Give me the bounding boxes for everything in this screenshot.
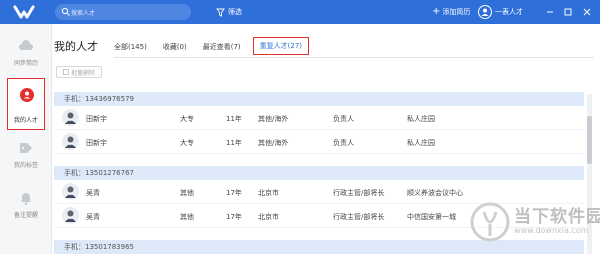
close-icon — [583, 8, 591, 16]
watermark-logo-icon — [470, 202, 510, 242]
cell-city: 其他/海外 — [258, 139, 289, 147]
cell-name: 田新宇 — [86, 115, 107, 123]
app-logo-icon — [13, 4, 35, 20]
avatar — [62, 133, 79, 150]
sidebar-item-sync-resume[interactable]: 同步简历 — [0, 34, 52, 74]
avatar — [62, 207, 79, 224]
batch-delete-label: 批量删除 — [70, 69, 95, 77]
cell-position: 行政主管/部将长 — [333, 189, 385, 197]
sidebar-item-label: 备注提醒 — [13, 212, 38, 219]
person-pin-icon — [19, 87, 35, 103]
add-resume-label: 添加简历 — [442, 8, 471, 16]
cell-education: 大专 — [180, 115, 194, 123]
table-row[interactable]: 田新宇 大专 11年 其他/海外 负责人 私人庄园 — [54, 130, 584, 154]
cell-position: 负责人 — [333, 115, 354, 123]
cell-name: 吴青 — [86, 189, 100, 197]
cell-position: 行政主管/部将长 — [333, 213, 385, 221]
add-resume-button[interactable]: + 添加简历 — [432, 5, 470, 19]
cell-education: 其他 — [180, 213, 194, 221]
page-title: 我的人才 — [54, 40, 98, 53]
tab-all[interactable]: 全部(145) — [114, 40, 147, 54]
batch-delete-button[interactable]: 批量删除 — [56, 66, 102, 78]
watermark-title: 当下软件园 — [514, 207, 600, 227]
tab-duplicate-talent[interactable]: 重复人才(27) — [252, 37, 310, 55]
cell-company: 中信国安第一城 — [407, 213, 456, 221]
maximize-button[interactable] — [561, 4, 575, 20]
cell-education: 其他 — [180, 189, 194, 197]
cloud-icon — [18, 38, 34, 54]
avatar-icon — [478, 5, 492, 19]
sidebar-item-reminders[interactable]: 备注提醒 — [0, 186, 52, 226]
search-input[interactable]: 搜索人才 — [55, 4, 191, 20]
sidebar-item-label: 同步简历 — [13, 60, 38, 67]
maximize-icon — [564, 8, 572, 16]
sidebar-item-my-tags[interactable]: 我的标签 — [0, 136, 52, 176]
table-row[interactable]: 田新宇 大专 11年 其他/海外 负责人 私人庄园 — [54, 106, 584, 130]
cell-company: 私人庄园 — [407, 139, 435, 147]
filter-icon — [216, 8, 225, 17]
cell-years: 11年 — [226, 139, 242, 147]
cell-city: 北京市 — [258, 189, 279, 197]
search-icon — [61, 7, 71, 17]
cell-name: 田新宇 — [86, 139, 107, 147]
avatar — [62, 183, 79, 200]
cell-company: 顺义养波会议中心 — [407, 189, 463, 197]
tab-favorites[interactable]: 收藏(0) — [163, 40, 187, 54]
cell-years: 17年 — [226, 213, 242, 221]
close-button[interactable] — [580, 4, 594, 20]
tab-divider — [114, 57, 594, 58]
watermark-url: www.downxia.com — [514, 226, 589, 235]
minimize-icon — [547, 11, 553, 13]
sidebar-item-label: 我的标签 — [13, 162, 38, 169]
group-header: 手机：13436976579 — [54, 92, 584, 106]
bell-icon — [18, 190, 34, 206]
scrollbar-thumb[interactable] — [587, 116, 592, 164]
cell-years: 17年 — [226, 189, 242, 197]
user-menu[interactable]: 一表人才 — [478, 4, 523, 20]
tab-bar: 全部(145) 收藏(0) 最近查看(7) 重复人才(27) — [114, 37, 325, 55]
avatar — [62, 109, 79, 126]
top-bar: 搜索人才 筛选 + 添加简历 一表人才 — [0, 0, 600, 24]
cell-position: 负责人 — [333, 139, 354, 147]
group-header: 手机：13501276767 — [54, 166, 584, 180]
cell-company: 私人庄园 — [407, 115, 435, 123]
cell-years: 11年 — [226, 115, 242, 123]
user-name: 一表人才 — [495, 8, 523, 16]
watermark: 当下软件园 www.downxia.com — [470, 200, 600, 244]
cell-city: 其他/海外 — [258, 115, 289, 123]
search-placeholder: 搜索人才 — [71, 10, 96, 17]
cell-education: 大专 — [180, 139, 194, 147]
cell-name: 吴青 — [86, 213, 100, 221]
tag-icon — [18, 140, 34, 156]
cell-city: 北京市 — [258, 213, 279, 221]
minimize-button[interactable] — [543, 4, 557, 20]
filter-button[interactable]: 筛选 — [216, 5, 242, 19]
sidebar-item-my-talent[interactable]: 我的人才 — [7, 78, 45, 130]
filter-label: 筛选 — [228, 8, 242, 16]
sidebar: 同步简历 我的人才 我的标签 备注提醒 — [0, 24, 52, 254]
checkbox-icon — [63, 69, 69, 75]
tab-recently-viewed[interactable]: 最近查看(7) — [203, 40, 241, 54]
plus-icon: + — [432, 6, 441, 17]
sidebar-item-label: 我的人才 — [13, 117, 38, 124]
